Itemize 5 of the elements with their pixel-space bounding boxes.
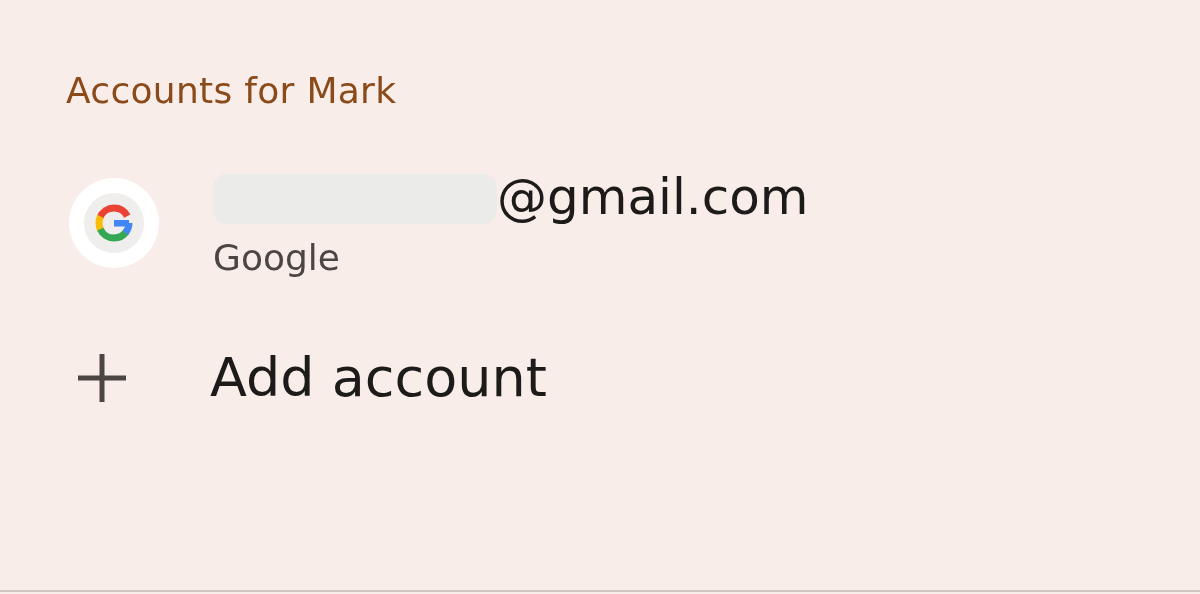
plus-icon[interactable] [76,351,128,404]
account-email: @gmail.com [497,167,809,227]
section-title: Accounts for Mark [66,70,398,111]
account-provider: Google [213,237,341,278]
add-account-link[interactable]: Add account [210,346,547,409]
